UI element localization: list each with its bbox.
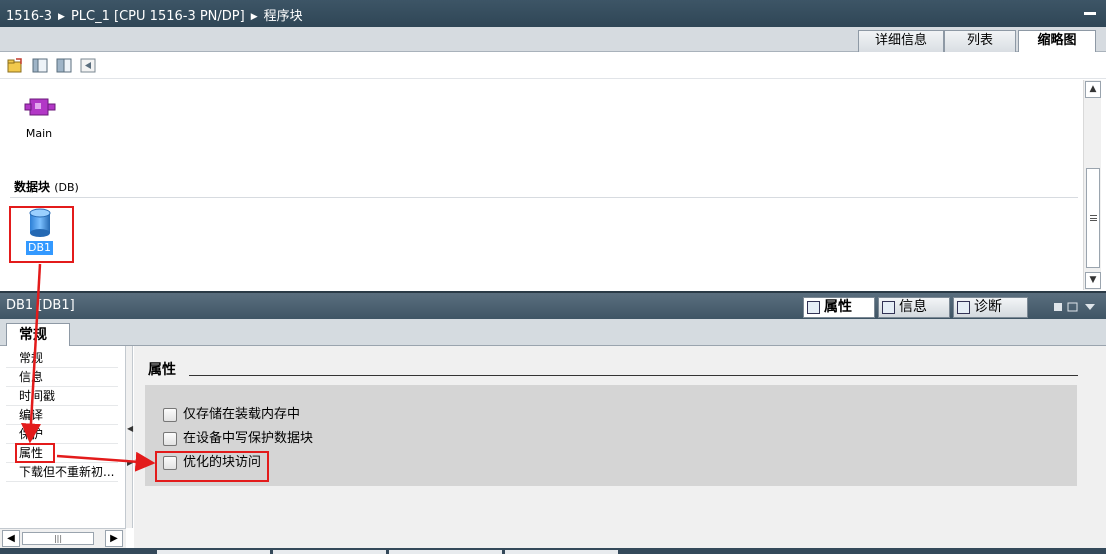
nav-hscrollbar[interactable]: ◀ ||| ▶ — [0, 528, 126, 548]
main-block-label: Main — [25, 127, 53, 140]
nav-item-download-without-reinit[interactable]: 下载但不重新初... — [6, 463, 118, 482]
breadcrumb-item[interactable]: 1516-3 — [6, 9, 52, 24]
tab-info-label: 信息 — [899, 299, 927, 315]
inspector-title: DB1 [DB1] — [6, 298, 75, 313]
nav-splitter[interactable]: ◀ ▶ — [125, 346, 133, 528]
tab-info[interactable]: 信息 — [878, 297, 950, 318]
ob-block-icon — [24, 98, 56, 116]
main-block[interactable] — [20, 94, 60, 123]
properties-icon — [807, 301, 820, 314]
highlight-box — [155, 451, 269, 482]
grip-icon — [1090, 215, 1097, 221]
tab-properties[interactable]: 属性 — [803, 297, 875, 318]
overview-scrollbar[interactable]: ▲ ▼ — [1083, 80, 1101, 290]
hscroll-thumb[interactable]: ||| — [22, 532, 94, 545]
checkbox-label: 在设备中写保护数据块 — [183, 431, 314, 446]
status-tab[interactable] — [505, 550, 618, 554]
breadcrumb: 1516-3 ▶ PLC_1 [CPU 1516-3 PN/DP] ▶ 程序块 — [6, 5, 303, 24]
highlight-box — [9, 206, 74, 263]
expand-right-icon[interactable]: ▶ — [127, 458, 133, 467]
section-title-suffix: (DB) — [54, 181, 79, 194]
db-section-title: 数据块 (DB) — [14, 178, 79, 195]
scroll-thumb[interactable] — [1086, 168, 1100, 268]
inspector-subtabs: 常规 — [0, 319, 1106, 346]
info-icon — [882, 301, 895, 314]
scroll-up-icon[interactable]: ▲ — [1085, 81, 1101, 98]
highlight-box — [15, 443, 55, 463]
breadcrumb-item[interactable]: PLC_1 [CPU 1516-3 PN/DP] — [71, 9, 245, 24]
collapse-left-icon[interactable]: ◀ — [127, 424, 133, 433]
status-tab[interactable] — [273, 550, 386, 554]
tab-details[interactable]: 详细信息 — [858, 30, 944, 52]
status-bar — [0, 548, 1106, 554]
nav-item-compile[interactable]: 编译 — [6, 406, 118, 425]
nav-item-timestamp[interactable]: 时间戳 — [6, 387, 118, 406]
minimize-icon[interactable] — [1084, 12, 1096, 15]
breadcrumb-item[interactable]: 程序块 — [264, 5, 303, 24]
block-overview: Main 数据块 (DB) DB1 — [0, 80, 1083, 290]
split-horizontal-icon[interactable] — [56, 58, 72, 73]
group-title: 属性 — [148, 362, 176, 378]
status-tab[interactable] — [389, 550, 502, 554]
tab-overview[interactable]: 缩略图 — [1018, 30, 1096, 53]
section-divider — [10, 197, 1078, 198]
attributes-group: 仅存储在装载内存中 在设备中写保护数据块 优化的块访问 — [145, 385, 1077, 486]
back-icon[interactable] — [80, 58, 96, 73]
open-folder-icon[interactable] — [7, 58, 23, 73]
properties-content: 属性 仅存储在装载内存中 在设备中写保护数据块 优化的块访问 — [134, 346, 1106, 548]
view-tab-strip: 详细信息 列表 缩略图 — [0, 27, 1106, 53]
tab-diagnostics-label: 诊断 — [974, 299, 1002, 315]
checkbox-write-protect[interactable] — [163, 432, 177, 446]
tab-diagnostics[interactable]: 诊断 — [953, 297, 1028, 318]
breadcrumb-bar: 1516-3 ▶ PLC_1 [CPU 1516-3 PN/DP] ▶ 程序块 — [0, 0, 1106, 27]
property-nav-list: 常规 信息 时间戳 编译 保护 属性 下载但不重新初... — [0, 346, 126, 528]
tab-properties-label: 属性 — [824, 299, 852, 315]
nav-item-info[interactable]: 信息 — [6, 368, 118, 387]
toolbar — [0, 52, 1106, 79]
inspector-header: DB1 [DB1] 属性 信息 诊断 — [0, 291, 1106, 319]
panel-controls-icon[interactable] — [1052, 301, 1098, 313]
checkbox-load-memory-only[interactable] — [163, 408, 177, 422]
split-vertical-icon[interactable] — [32, 58, 48, 73]
portal-window: 1516-3 ▶ PLC_1 [CPU 1516-3 PN/DP] ▶ 程序块 详细信息… — [0, 0, 1106, 554]
section-title-text: 数据块 — [14, 180, 51, 194]
group-divider — [189, 375, 1078, 376]
checkbox-label: 仅存储在装载内存中 — [183, 407, 301, 422]
chevron-right-icon: ▶ — [250, 12, 258, 22]
status-tab[interactable] — [157, 550, 270, 554]
tab-general[interactable]: 常规 — [6, 323, 70, 346]
scroll-right-icon[interactable]: ▶ — [105, 530, 123, 547]
scroll-left-icon[interactable]: ◀ — [2, 530, 20, 547]
nav-item-protection[interactable]: 保护 — [6, 425, 118, 444]
scroll-down-icon[interactable]: ▼ — [1085, 272, 1101, 289]
diagnostics-icon — [957, 301, 970, 314]
tab-list[interactable]: 列表 — [944, 30, 1016, 52]
nav-item-general[interactable]: 常规 — [6, 349, 118, 368]
chevron-right-icon: ▶ — [58, 12, 65, 22]
